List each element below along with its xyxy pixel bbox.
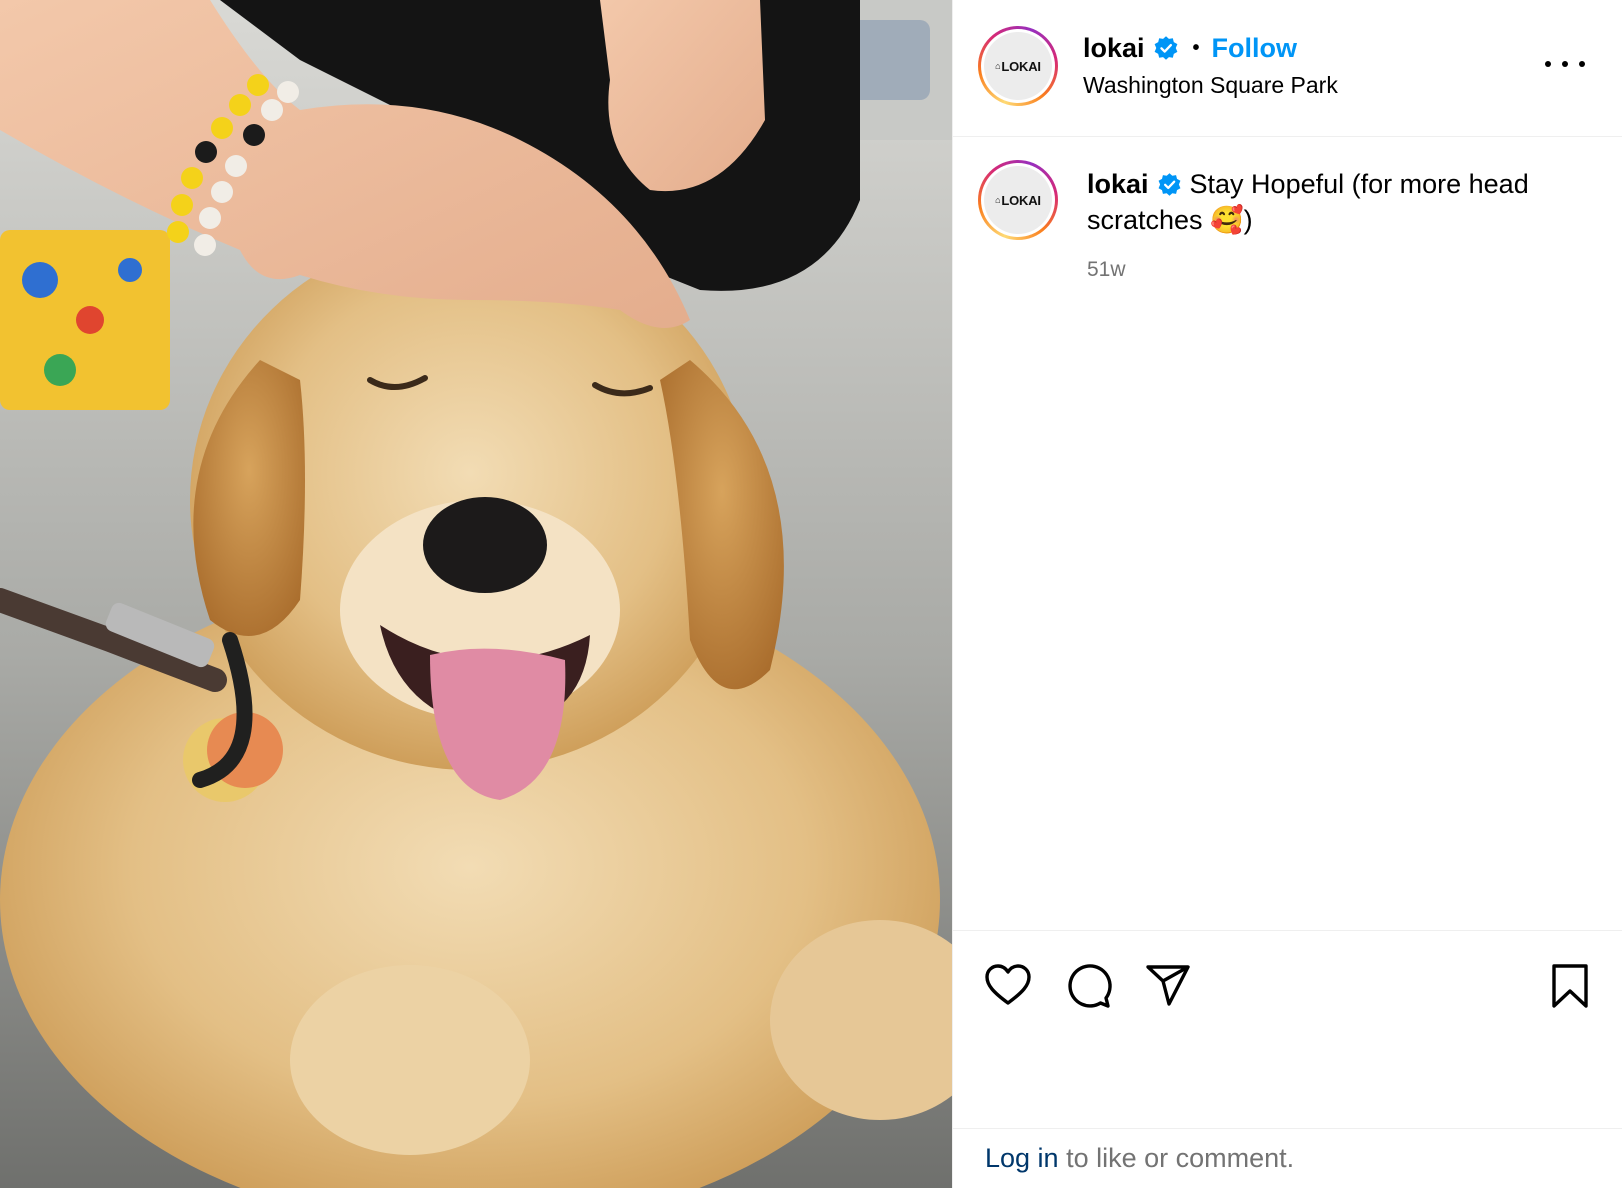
save-button[interactable] (1545, 961, 1595, 1011)
comment-icon (1068, 964, 1112, 1008)
bookmark-icon (1552, 964, 1588, 1008)
author-username[interactable]: lokai (1083, 33, 1145, 64)
comment-button[interactable] (1063, 961, 1113, 1011)
verified-badge-icon (1154, 36, 1177, 60)
caption-avatar[interactable]: ⌂ LOKAI (978, 160, 1058, 240)
logo-mark-icon: ⌂ (995, 195, 1001, 205)
instagram-post: ⌂ LOKAI lokai • Follow Washington Square… (0, 0, 1622, 1188)
golden-retriever-puppy-photo (0, 0, 952, 1188)
share-button[interactable] (1143, 961, 1193, 1011)
logo-mark-icon: ⌂ (995, 61, 1001, 71)
login-prompt: Log in to like or comment. (953, 1128, 1622, 1188)
verified-badge-icon (1158, 173, 1180, 196)
caption-text: Stay Hopeful (for more head scratches 🥰) (1087, 169, 1529, 235)
post-location[interactable]: Washington Square Park (1083, 72, 1338, 99)
heart-icon (985, 964, 1031, 1005)
avatar-logo-text: LOKAI (1001, 192, 1041, 208)
avatar-logo-text: LOKAI (1001, 58, 1041, 74)
post-timestamp[interactable]: 51w (1087, 258, 1587, 282)
login-link[interactable]: Log in (985, 1143, 1059, 1173)
header-separator: • (1192, 36, 1200, 59)
post-sidebar: ⌂ LOKAI lokai • Follow Washington Square… (952, 0, 1622, 1188)
more-options-icon[interactable] (1545, 52, 1585, 76)
caption-username[interactable]: lokai (1087, 169, 1149, 199)
lokai-logo: ⌂ LOKAI (984, 32, 1052, 100)
follow-button[interactable]: Follow (1212, 33, 1297, 64)
login-prompt-text: to like or comment. (1058, 1143, 1295, 1173)
like-button[interactable] (983, 961, 1033, 1011)
action-bar (953, 930, 1622, 1130)
post-header: ⌂ LOKAI lokai • Follow Washington Square… (953, 0, 1622, 137)
post-photo[interactable] (0, 0, 952, 1188)
send-icon (1146, 965, 1190, 1006)
author-avatar[interactable]: ⌂ LOKAI (978, 26, 1058, 106)
lokai-logo: ⌂ LOKAI (984, 166, 1052, 234)
